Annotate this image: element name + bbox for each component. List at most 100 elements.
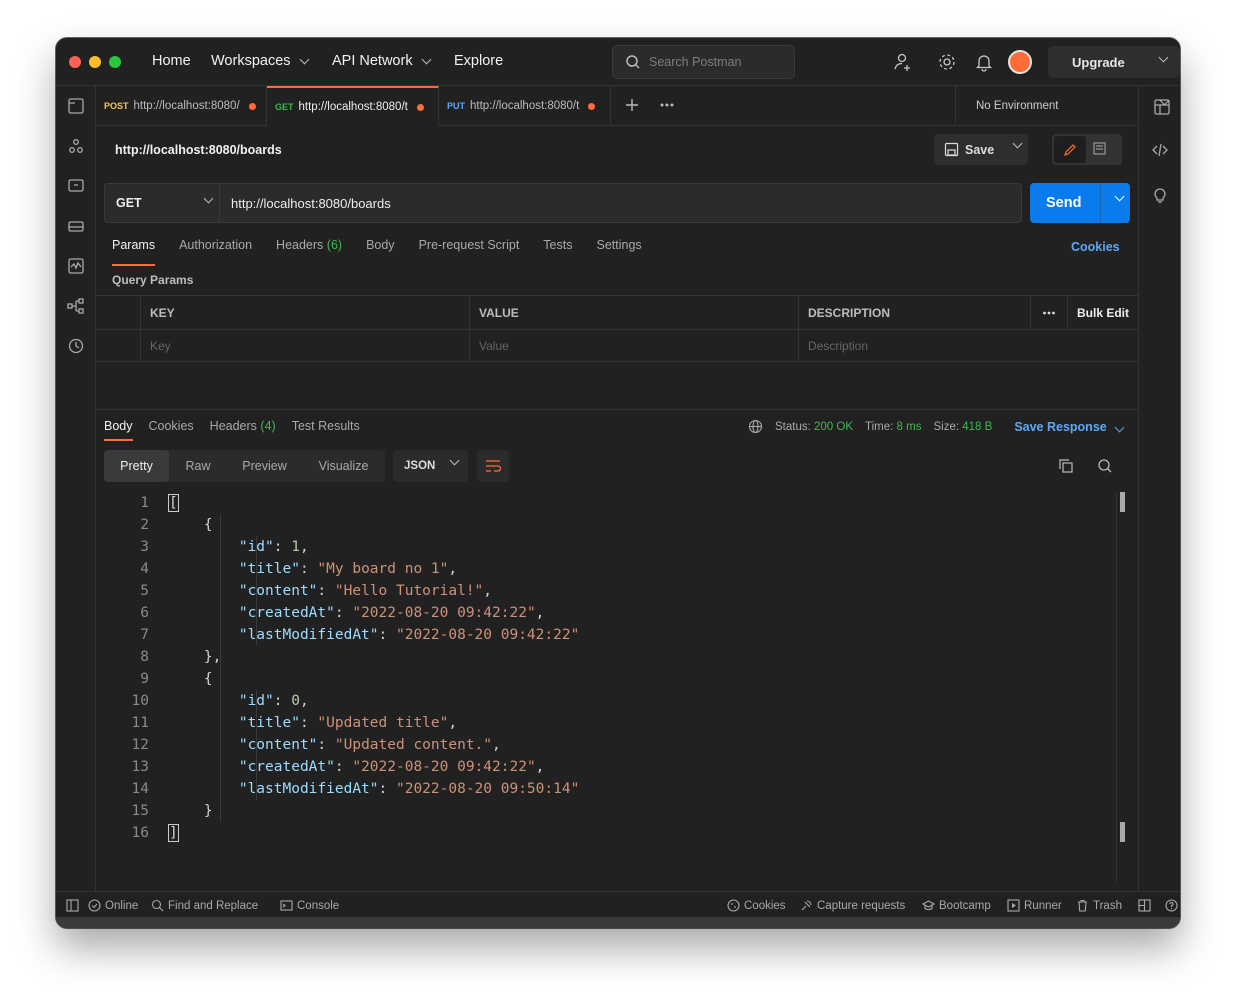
status-code[interactable]: Status: 200 OK — [775, 421, 853, 433]
view-preview[interactable]: Preview — [227, 450, 302, 482]
toggle-sidebar-icon[interactable] — [66, 899, 79, 912]
bootcamp-button[interactable]: Bootcamp — [922, 899, 991, 912]
find-replace-button[interactable]: Find and Replace — [151, 899, 258, 912]
copy-icon[interactable] — [1058, 458, 1074, 474]
help-icon[interactable] — [1165, 899, 1178, 912]
more-options-icon[interactable] — [1030, 296, 1067, 329]
upgrade-button[interactable]: Upgrade — [1048, 46, 1180, 78]
chevron-down-icon — [1012, 138, 1023, 149]
tab-tests[interactable]: Tests — [543, 238, 572, 266]
method-badge: POST — [104, 101, 129, 111]
lightbulb-icon[interactable] — [1151, 187, 1169, 205]
view-mode-toggle[interactable] — [1052, 134, 1122, 165]
save-response-button[interactable]: Save Response — [1014, 420, 1125, 434]
code-line: 6 "createdAt": "2022-08-20 09:42:22", — [104, 602, 544, 624]
response-tab-test-results[interactable]: Test Results — [292, 419, 360, 441]
flows-icon[interactable] — [67, 297, 85, 315]
tab-headers[interactable]: Headers (6) — [276, 238, 342, 266]
tab-params[interactable]: Params — [112, 238, 156, 266]
nav-api-network[interactable]: API Network — [332, 53, 432, 69]
search-icon — [626, 55, 640, 69]
cookies-link[interactable]: Cookies — [1071, 240, 1120, 254]
edit-pencil-icon[interactable] — [1054, 136, 1086, 163]
trash-button[interactable]: Trash — [1076, 899, 1122, 912]
runner-button[interactable]: Runner — [1007, 899, 1062, 912]
more-tabs-icon[interactable] — [659, 97, 675, 113]
key-input[interactable]: Key — [140, 329, 470, 362]
capture-requests-button[interactable]: Capture requests — [800, 899, 905, 912]
request-tab-get[interactable]: GET http://localhost:8080/t — [267, 86, 439, 126]
avatar[interactable] — [1008, 50, 1032, 74]
bulk-edit-button[interactable]: Bulk Edit — [1067, 296, 1138, 329]
line-number: 16 — [131, 825, 149, 841]
wrap-lines-icon[interactable] — [477, 450, 509, 482]
tab-authorization[interactable]: Authorization — [179, 238, 252, 266]
search-response-icon[interactable] — [1097, 458, 1113, 474]
globe-icon[interactable] — [748, 419, 763, 434]
tab-body[interactable]: Body — [366, 238, 395, 266]
code-icon[interactable] — [1151, 141, 1169, 159]
collections-icon[interactable] — [67, 97, 85, 115]
request-tab-post[interactable]: POST http://localhost:8080/ — [96, 86, 267, 126]
editor-scrollbar-thumb-bottom[interactable] — [1120, 822, 1125, 842]
console-label: Console — [297, 899, 340, 912]
maximize-window-button[interactable] — [109, 56, 121, 68]
send-divider — [1100, 183, 1101, 223]
request-subtabs: Params Authorization Headers (6) Body Pr… — [112, 238, 642, 266]
method-select[interactable]: GET — [104, 183, 220, 223]
response-tab-cookies[interactable]: Cookies — [149, 419, 194, 441]
search-input[interactable]: Search Postman — [612, 45, 795, 79]
cookies-statusbar-button[interactable]: Cookies — [727, 899, 786, 912]
nav-workspaces[interactable]: Workspaces — [211, 53, 309, 69]
response-time[interactable]: Time: 8 ms — [865, 421, 921, 433]
minimize-window-button[interactable] — [89, 56, 101, 68]
response-body-editor[interactable]: 1[ 2 { 3 "id": 1, 4 "title": "My board n… — [104, 492, 1104, 852]
format-select[interactable]: JSON — [393, 450, 468, 482]
value-input[interactable]: Value — [469, 329, 798, 362]
monitors-icon[interactable] — [67, 257, 85, 275]
console-button[interactable]: Console — [280, 899, 339, 912]
size-label: Size: — [933, 420, 960, 433]
documentation-icon[interactable] — [1092, 141, 1107, 156]
response-size[interactable]: Size: 418 B — [933, 421, 992, 433]
chevron-down-icon[interactable] — [1114, 191, 1125, 202]
environments-icon[interactable] — [67, 177, 85, 195]
tab-prerequest-script[interactable]: Pre-request Script — [419, 238, 520, 266]
url-input[interactable]: http://localhost:8080/boards — [219, 183, 1022, 223]
nav-explore[interactable]: Explore — [454, 53, 503, 69]
code-line: 5 "content": "Hello Tutorial!", — [104, 580, 492, 602]
view-pretty[interactable]: Pretty — [104, 450, 169, 482]
view-visualize[interactable]: Visualize — [302, 450, 385, 482]
notifications-bell-icon[interactable] — [973, 51, 995, 73]
invite-user-icon[interactable] — [892, 51, 914, 73]
cookie-icon — [727, 899, 740, 912]
graduation-cap-icon — [922, 900, 935, 911]
two-pane-view-icon[interactable] — [1138, 899, 1151, 912]
response-tab-body[interactable]: Body — [104, 419, 133, 441]
json-value: "2022-08-20 09:42:22" — [395, 627, 580, 643]
apis-icon[interactable] — [67, 137, 85, 155]
tab-settings[interactable]: Settings — [596, 238, 641, 266]
description-input[interactable]: Description — [798, 329, 1138, 362]
code-line: 15 } — [104, 800, 213, 822]
close-window-button[interactable] — [69, 56, 81, 68]
response-tab-headers[interactable]: Headers (4) — [210, 419, 276, 441]
editor-scrollbar-thumb-top[interactable] — [1120, 492, 1125, 512]
editor-scrollbar-track[interactable] — [1116, 492, 1117, 882]
request-tab-put[interactable]: PUT http://localhost:8080/t — [439, 86, 611, 126]
nav-home[interactable]: Home — [152, 53, 191, 69]
code-line: 13 "createdAt": "2022-08-20 09:42:22", — [104, 756, 545, 778]
online-status[interactable]: Online — [88, 899, 138, 912]
history-icon[interactable] — [67, 337, 85, 355]
environment-select[interactable]: No Environment — [955, 86, 1178, 126]
response-divider[interactable] — [96, 409, 1138, 410]
send-button[interactable]: Send — [1030, 183, 1130, 223]
request-title[interactable]: http://localhost:8080/boards — [115, 143, 282, 157]
save-button[interactable]: Save — [934, 134, 1028, 165]
json-value: "2022-08-20 09:42:22" — [352, 605, 536, 621]
line-number: 5 — [140, 583, 149, 599]
view-raw[interactable]: Raw — [169, 450, 227, 482]
mock-servers-icon[interactable] — [67, 217, 85, 235]
new-tab-plus-icon[interactable] — [624, 97, 640, 113]
settings-gear-icon[interactable] — [936, 51, 958, 73]
